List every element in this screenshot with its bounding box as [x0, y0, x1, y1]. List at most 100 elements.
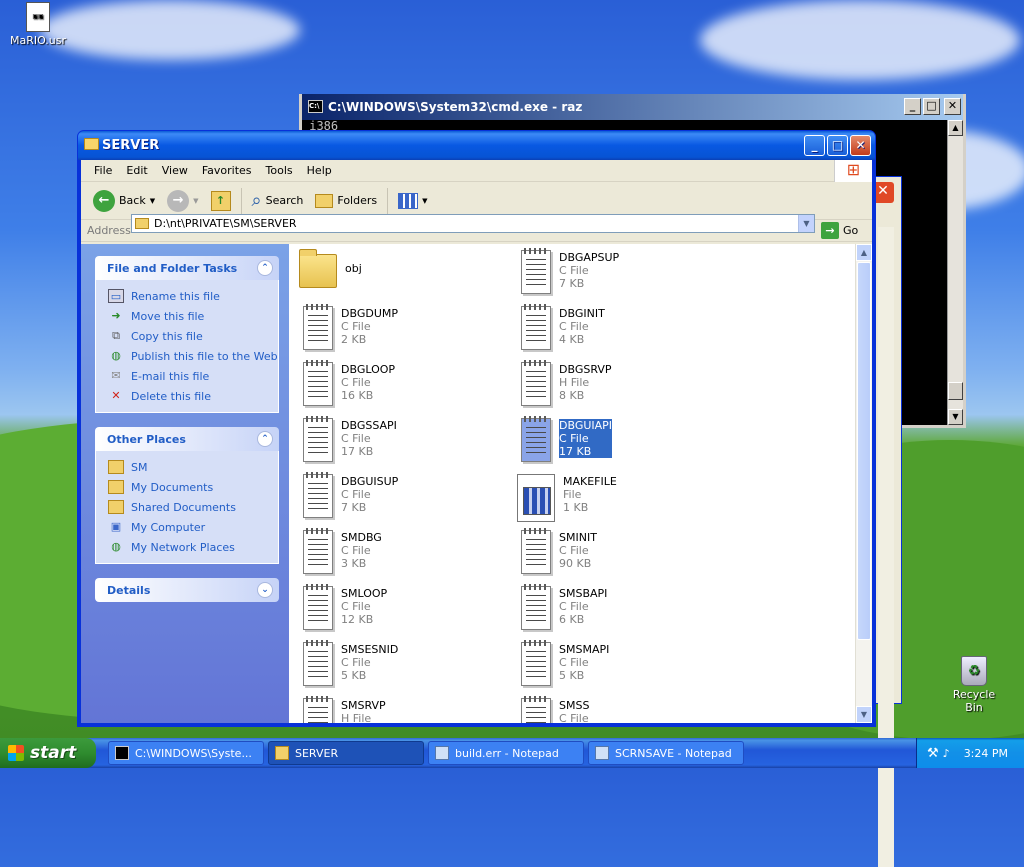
desktop-icon-label: Recycle Bin [952, 688, 996, 714]
taskbar-item-scrnsave[interactable]: SCRNSAVE - Notepad [588, 741, 744, 765]
place-shared-documents[interactable]: Shared Documents [108, 497, 278, 517]
file-item-smsbapi[interactable]: SMSBAPI C File 6 KB [517, 584, 735, 642]
folder-icon [135, 218, 149, 229]
file-item-dbgsrvp[interactable]: DBGSRVP H File 8 KB [517, 360, 735, 418]
close-button[interactable]: ✕ [850, 135, 871, 156]
scroll-thumb[interactable] [857, 262, 871, 640]
file-item-dbgssapi[interactable]: DBGSSAPI C File 17 KB [299, 416, 517, 474]
scroll-down-arrow-icon[interactable]: ▼ [948, 409, 963, 425]
file-item-obj[interactable]: obj [299, 249, 517, 306]
file-item-sminit[interactable]: SMINIT C File 90 KB [517, 528, 735, 586]
collapse-chevron-icon[interactable]: ⌃ [257, 260, 273, 276]
file-item-dbgdump[interactable]: DBGDUMP C File 2 KB [299, 304, 517, 362]
file-text: MAKEFILE File 1 KB [563, 474, 617, 514]
place-sm[interactable]: SM [108, 457, 278, 477]
file-name: DBGDUMP [341, 307, 398, 320]
task-publish[interactable]: ◍ Publish this file to the Web [108, 346, 278, 366]
file-list[interactable]: obj DBGAPSUP C File 7 KB DBGDUMP C File 2 KB DB… [289, 244, 872, 723]
folders-label: Folders [337, 194, 378, 207]
file-item-smsrvp[interactable]: SMSRVP H File [299, 696, 517, 723]
minimize-button[interactable]: _ [904, 98, 921, 115]
envelope-icon: ✉ [111, 369, 121, 382]
search-button[interactable]: ⌕ Search [246, 186, 310, 216]
panel-header[interactable]: Other Places ⌃ [95, 427, 279, 451]
clock[interactable]: 3:24 PM [964, 747, 1008, 760]
file-type: C File [341, 600, 371, 613]
tray-speaker-icon[interactable]: ♪ [943, 747, 950, 760]
file-item-makefile[interactable]: MAKEFILE File 1 KB [517, 474, 735, 530]
place-my-documents[interactable]: My Documents [108, 477, 278, 497]
file-item-dbguiapi[interactable]: DBGUIAPI C File 17 KB [517, 416, 735, 474]
file-name: SMSMAPI [559, 643, 610, 656]
address-field[interactable]: D:\nt\PRIVATE\SM\SERVER ▼ [131, 214, 815, 233]
address-dropdown-icon[interactable]: ▼ [798, 215, 814, 232]
file-type: C File [341, 544, 371, 557]
file-item-dbgapsup[interactable]: DBGAPSUP C File 7 KB [517, 248, 735, 306]
folders-button[interactable]: Folders [309, 186, 383, 216]
text-document-icon [521, 304, 551, 350]
task-copy[interactable]: ⧉ Copy this file [108, 326, 278, 346]
menu-favorites[interactable]: Favorites [195, 164, 259, 177]
panel-header[interactable]: Details ⌄ [95, 578, 279, 602]
file-item-dbginit[interactable]: DBGINIT C File 4 KB [517, 304, 735, 362]
place-my-computer[interactable]: ▣ My Computer [108, 517, 278, 537]
desktop-icon-recycle-bin[interactable]: ♻ Recycle Bin [944, 656, 1004, 714]
dropdown-arrow-icon[interactable]: ▼ [150, 197, 155, 205]
file-icon: ▣▣ [26, 2, 50, 32]
task-email[interactable]: ✉ E-mail this file [108, 366, 278, 386]
cmd-icon: C:\ [308, 100, 323, 113]
taskbar-item-cmd[interactable]: C:\WINDOWS\Syste... [108, 741, 264, 765]
menu-view[interactable]: View [155, 164, 195, 177]
system-tray: ⚒ ♪ 3:24 PM [916, 738, 1024, 768]
file-list-scrollbar[interactable]: ▲ ▼ [855, 244, 872, 723]
cmd-titlebar[interactable]: C:\ C:\WINDOWS\System32\cmd.exe - raz _ … [302, 94, 963, 120]
file-item-smdbg[interactable]: SMDBG C File 3 KB [299, 528, 517, 586]
file-item-smloop[interactable]: SMLOOP C File 12 KB [299, 584, 517, 642]
file-item-smss[interactable]: SMSS C File [517, 696, 735, 723]
menu-file[interactable]: File [87, 164, 119, 177]
expand-chevron-icon[interactable]: ⌄ [257, 582, 273, 598]
minimize-button[interactable]: _ [804, 135, 825, 156]
task-move[interactable]: ➜ Move this file [108, 306, 278, 326]
network-icon: ◍ [111, 540, 121, 553]
place-network[interactable]: ◍ My Network Places [108, 537, 278, 557]
menu-edit[interactable]: Edit [119, 164, 154, 177]
scroll-up-arrow-icon[interactable]: ▲ [856, 244, 872, 261]
scroll-down-arrow-icon[interactable]: ▼ [856, 706, 872, 723]
taskbar-item-build-err[interactable]: build.err - Notepad [428, 741, 584, 765]
cmd-scrollbar[interactable]: ▲ ▼ [947, 120, 963, 425]
file-item-dbgloop[interactable]: DBGLOOP C File 16 KB [299, 360, 517, 418]
menu-tools[interactable]: Tools [259, 164, 300, 177]
file-item-dbguisup[interactable]: DBGUISUP C File 7 KB [299, 472, 517, 530]
explorer-window[interactable]: SERVER _ □ ✕ File Edit View Favorites To… [77, 130, 876, 727]
start-button[interactable]: start [0, 738, 96, 768]
scroll-up-arrow-icon[interactable]: ▲ [948, 120, 963, 136]
collapse-chevron-icon[interactable]: ⌃ [257, 431, 273, 447]
views-button[interactable]: ▼ [392, 186, 433, 216]
go-button[interactable]: → Go [821, 222, 858, 239]
close-button[interactable]: ✕ [944, 98, 961, 115]
file-type: C File [341, 488, 371, 501]
cmd-scroll-thumb[interactable] [948, 382, 963, 400]
tray-tool-icon[interactable]: ⚒ [927, 746, 939, 761]
file-text: DBGLOOP C File 16 KB [341, 362, 395, 402]
file-item-smsesnid[interactable]: SMSESNID C File 5 KB [299, 640, 517, 698]
explorer-titlebar[interactable]: SERVER _ □ ✕ [78, 131, 875, 160]
dropdown-arrow-icon[interactable]: ▼ [422, 197, 427, 205]
place-label: My Computer [131, 520, 206, 534]
panel-header[interactable]: File and Folder Tasks ⌃ [95, 256, 279, 280]
taskbar-item-server[interactable]: SERVER [268, 741, 424, 765]
notepad-scrollbar[interactable] [878, 227, 894, 867]
file-item-smsmapi[interactable]: SMSMAPI C File 5 KB [517, 640, 735, 698]
task-rename[interactable]: ▭ Rename this file [108, 286, 278, 306]
desktop-icon-mario[interactable]: ▣▣ MaRIO.usr [8, 2, 68, 47]
dropdown-arrow-icon[interactable]: ▼ [193, 197, 198, 205]
task-label: Publish this file to the Web [131, 349, 278, 363]
maximize-button[interactable]: □ [923, 98, 940, 115]
menu-help[interactable]: Help [300, 164, 339, 177]
task-delete[interactable]: ✕ Delete this file [108, 386, 278, 406]
maximize-button[interactable]: □ [827, 135, 848, 156]
up-button[interactable]: ↑ [205, 186, 237, 216]
back-button[interactable]: ← Back ▼ [87, 186, 161, 216]
forward-button[interactable]: → ▼ [161, 186, 204, 216]
